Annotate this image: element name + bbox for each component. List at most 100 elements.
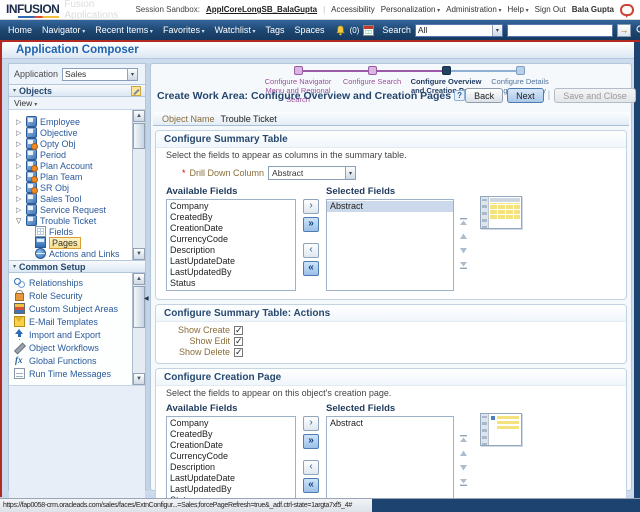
tree-item[interactable]: Opty Obj xyxy=(9,138,132,149)
move-selected-right-button[interactable] xyxy=(303,199,319,214)
tree-item[interactable]: Fields xyxy=(9,226,132,237)
advanced-search-icon[interactable] xyxy=(635,24,640,36)
field-option[interactable]: Abstract xyxy=(327,418,453,429)
checkbox[interactable] xyxy=(234,326,243,335)
move-down-icon[interactable] xyxy=(459,246,468,255)
expand-icon[interactable] xyxy=(16,173,23,181)
move-all-left-button[interactable] xyxy=(303,261,319,276)
tree-item[interactable]: Objective xyxy=(9,127,132,138)
tree-item[interactable]: Period xyxy=(9,149,132,160)
expand-icon[interactable] xyxy=(16,195,23,203)
nav-menu-item[interactable]: Watchlist xyxy=(215,25,256,35)
tree-item[interactable]: Pages xyxy=(9,237,132,248)
session-sandbox-link[interactable]: ApplCoreLongSB_BalaGupta xyxy=(206,5,317,14)
search-input[interactable] xyxy=(507,24,613,37)
expand-icon[interactable] xyxy=(16,206,23,214)
chat-bubble-icon[interactable] xyxy=(620,4,634,16)
next-button[interactable]: Next xyxy=(507,88,544,103)
move-to-bottom-icon[interactable] xyxy=(459,260,468,269)
expand-icon[interactable] xyxy=(16,162,23,170)
chevron-down-icon[interactable] xyxy=(345,167,355,179)
nav-menu-item[interactable]: Navigator xyxy=(42,25,85,35)
move-to-bottom-icon[interactable] xyxy=(459,477,468,486)
move-selected-left-button[interactable] xyxy=(303,460,319,475)
move-to-top-icon[interactable] xyxy=(459,435,468,444)
tree-item[interactable]: SR Obj xyxy=(9,182,132,193)
tree-item[interactable]: Service Request xyxy=(9,204,132,215)
expand-icon[interactable] xyxy=(16,140,23,148)
field-option[interactable]: Description xyxy=(167,245,295,256)
tree-item[interactable]: Plan Account xyxy=(9,160,132,171)
tree-scrollbar[interactable] xyxy=(132,110,145,260)
expand-icon[interactable] xyxy=(16,118,23,126)
list-item[interactable]: Relationships xyxy=(9,276,132,289)
field-option[interactable]: CreationDate xyxy=(167,223,295,234)
scroll-down-button[interactable] xyxy=(133,248,145,260)
field-option[interactable]: Description xyxy=(167,462,295,473)
common-setup-panel-header[interactable]: Common Setup xyxy=(9,260,145,273)
utility-link[interactable]: Help xyxy=(507,5,528,14)
nav-menu-item[interactable]: Tags xyxy=(266,25,285,35)
objects-panel-header[interactable]: Objects xyxy=(9,84,145,97)
move-down-icon[interactable] xyxy=(459,463,468,472)
list-item[interactable]: Role Security xyxy=(9,289,132,302)
drill-down-select[interactable]: Abstract xyxy=(268,166,356,180)
edit-note-icon[interactable] xyxy=(131,86,141,96)
search-go-button[interactable] xyxy=(617,24,631,37)
tree-item[interactable]: Trouble Ticket xyxy=(9,215,132,226)
notifications-count[interactable]: (0) xyxy=(350,26,360,35)
nav-menu-item[interactable]: Home xyxy=(8,25,32,35)
utility-link[interactable]: Accessibility xyxy=(331,5,375,14)
expand-icon[interactable] xyxy=(16,129,23,137)
field-option[interactable]: LastUpdatedBy xyxy=(167,267,295,278)
common-setup-scrollbar[interactable] xyxy=(132,273,145,385)
tree-item[interactable]: Employee xyxy=(9,116,132,127)
list-item[interactable]: Custom Subject Areas xyxy=(9,302,132,315)
selected-fields-list[interactable]: Abstract xyxy=(326,199,454,291)
field-option[interactable]: Type xyxy=(167,289,295,291)
scrollbar-thumb[interactable] xyxy=(133,286,145,328)
list-item[interactable]: Import and Export xyxy=(9,328,132,341)
move-all-left-button[interactable] xyxy=(303,478,319,493)
list-item[interactable]: Run Time Messages xyxy=(9,367,132,380)
scroll-up-button[interactable] xyxy=(133,110,145,122)
tree-item[interactable]: Security xyxy=(9,259,132,260)
chevron-down-icon[interactable] xyxy=(492,25,502,36)
tree-item[interactable]: Actions and Links xyxy=(9,248,132,259)
scroll-up-button[interactable] xyxy=(133,273,145,285)
tree-item[interactable]: Plan Team xyxy=(9,171,132,182)
field-option[interactable]: LastUpdateDate xyxy=(167,256,295,267)
search-scope-select[interactable]: All xyxy=(415,24,503,37)
view-menu[interactable]: View xyxy=(14,98,32,108)
field-option[interactable]: LastUpdatedBy xyxy=(167,484,295,495)
utility-link[interactable]: Personalization xyxy=(381,5,440,14)
utility-link[interactable]: Sign Out xyxy=(535,5,566,14)
move-up-icon[interactable] xyxy=(459,232,468,241)
scrollbar-thumb[interactable] xyxy=(133,123,145,149)
notifications-bell-icon[interactable] xyxy=(335,25,346,36)
scroll-down-button[interactable] xyxy=(133,373,145,385)
collapse-chevron-icon[interactable] xyxy=(13,263,16,270)
move-selected-left-button[interactable] xyxy=(303,243,319,258)
nav-menu-item[interactable]: Recent Items xyxy=(95,25,153,35)
selected-fields-list[interactable]: Abstract xyxy=(326,416,454,508)
available-fields-list[interactable]: CompanyCreatedByCreationDateCurrencyCode… xyxy=(166,199,296,291)
move-up-icon[interactable] xyxy=(459,449,468,458)
list-item[interactable]: Global Functions xyxy=(9,354,132,367)
available-fields-list[interactable]: CompanyCreatedByCreationDateCurrencyCode… xyxy=(166,416,296,508)
chevron-down-icon[interactable] xyxy=(127,69,137,80)
expand-icon[interactable] xyxy=(16,217,23,225)
checkbox[interactable] xyxy=(234,337,243,346)
field-option[interactable]: CurrencyCode xyxy=(167,234,295,245)
move-to-top-icon[interactable] xyxy=(459,218,468,227)
help-icon[interactable]: ? xyxy=(454,90,465,101)
list-item[interactable]: E-Mail Templates xyxy=(9,315,132,328)
field-option[interactable]: CreatedBy xyxy=(167,212,295,223)
field-option[interactable]: Company xyxy=(167,418,295,429)
list-item[interactable]: Object Workflows xyxy=(9,341,132,354)
field-option[interactable]: LastUpdateDate xyxy=(167,473,295,484)
expand-icon[interactable] xyxy=(16,151,23,159)
back-button[interactable]: Back xyxy=(465,88,503,103)
field-option[interactable]: Abstract xyxy=(327,201,453,212)
nav-menu-item[interactable]: Spaces xyxy=(295,25,325,35)
